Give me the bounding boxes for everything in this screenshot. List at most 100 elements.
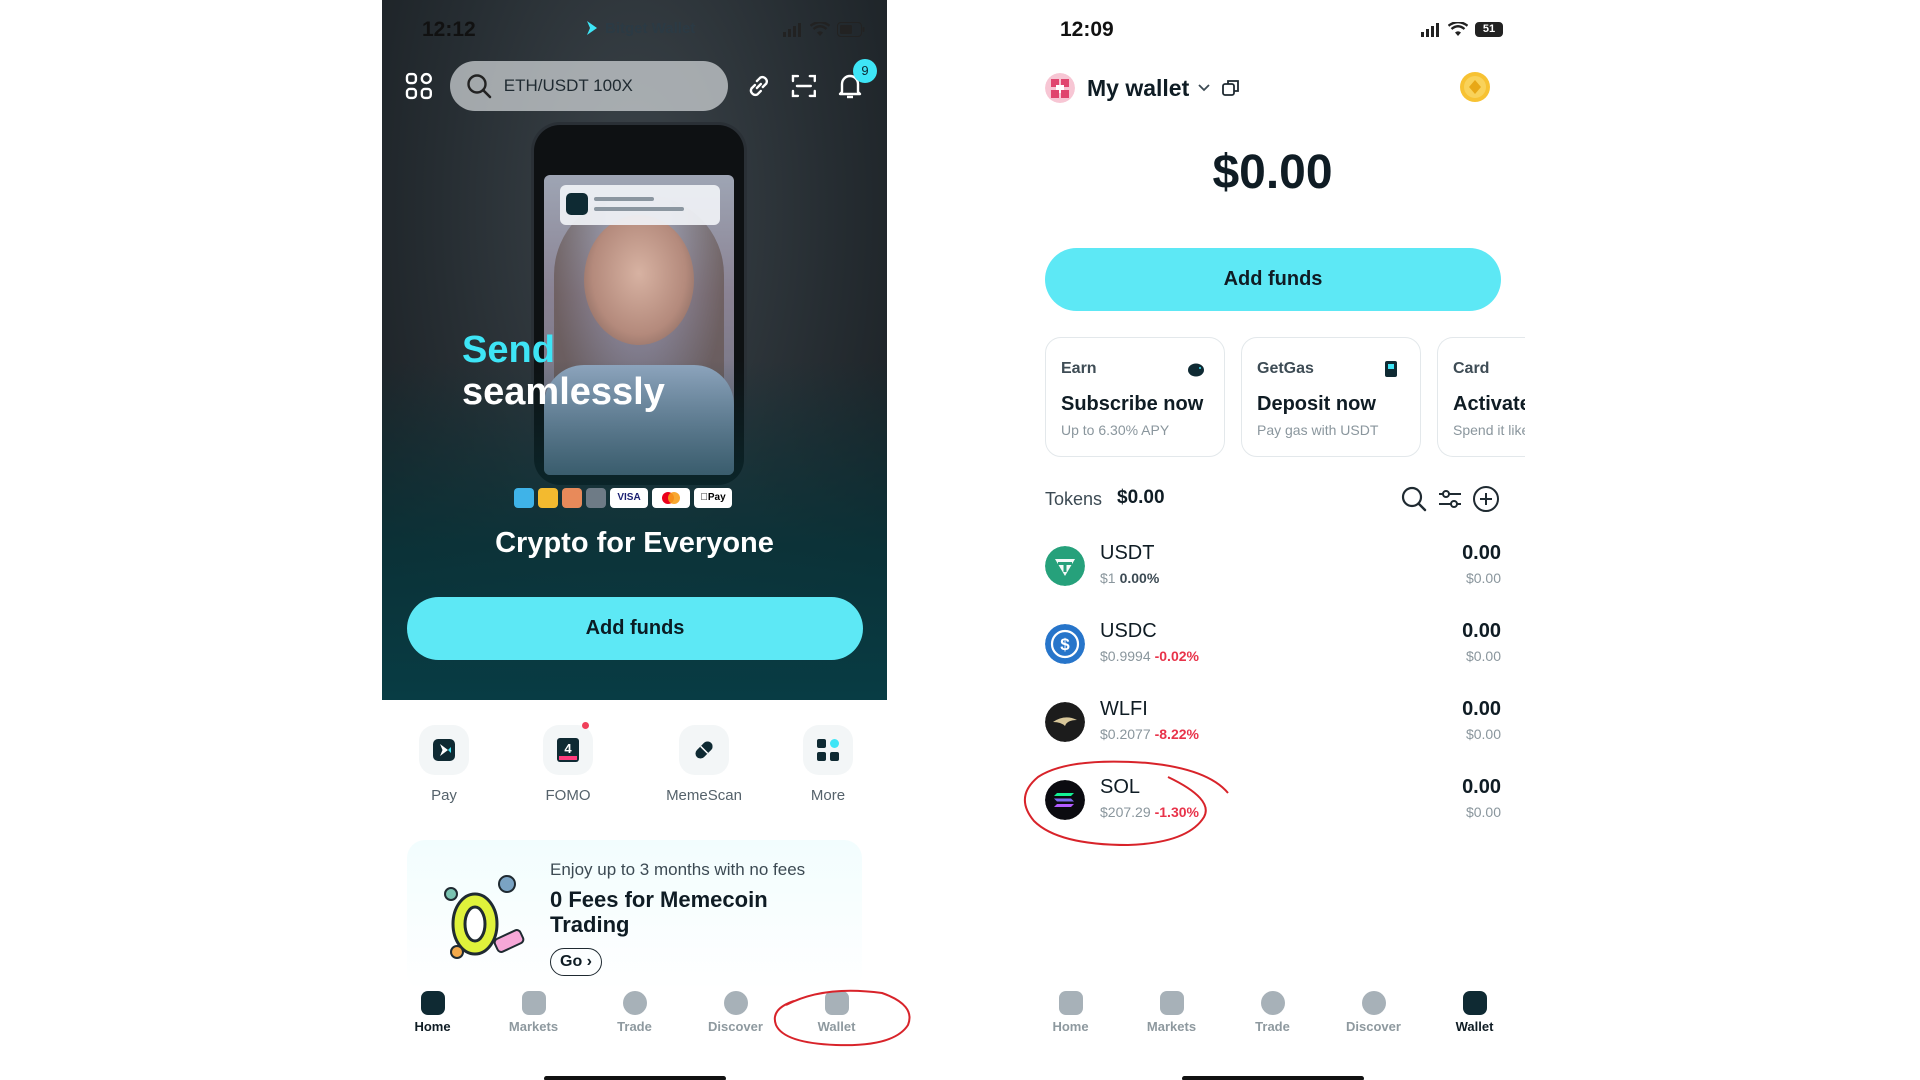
promo-banner[interactable]: Enjoy up to 3 months with no fees 0 Fees… [407,840,862,990]
status-app-name: Bitget Wallet [585,20,695,37]
svg-text:4: 4 [564,741,572,756]
visa-logo-icon: VISA [610,488,648,508]
filter-icon[interactable] [1436,485,1464,513]
svg-text:$: $ [1060,635,1070,654]
wallet-tab-annotation-circle [773,989,911,1047]
sol-row-annotation-circle [1024,760,1229,847]
tab-trade[interactable]: Trade [1222,985,1323,1045]
token-row-usdc[interactable]: $ USDC $0.9994 -0.02% 0.00 $0.00 [1045,618,1501,682]
wallet-icon [1462,991,1487,1015]
chevron-down-icon[interactable] [1197,83,1211,93]
apps-grid-icon[interactable] [404,71,434,101]
token-row-usdt[interactable]: USDT $1 0.00% 0.00 $0.00 [1045,540,1501,604]
getgas-card[interactable]: GetGas Deposit now Pay gas with USDT [1241,337,1421,457]
wifi-icon [810,22,830,36]
tab-markets[interactable]: Markets [1121,985,1222,1045]
metamask-logo-icon [562,488,582,508]
signal-icon [783,22,801,37]
usdc-logo-icon: $ [1045,624,1085,664]
home-indicator [1182,1076,1364,1080]
tab-markets[interactable]: Markets [483,985,584,1045]
wallet-name[interactable]: My wallet [1087,75,1189,102]
trade-icon [622,991,647,1015]
memescan-icon [679,725,729,775]
copy-icon[interactable] [1221,78,1241,98]
home-indicator [544,1076,726,1080]
search-icon[interactable] [1400,485,1428,513]
quick-actions: Pay 4 FOMO MemeScan More [382,722,887,815]
wifi-icon [1448,22,1468,36]
promo-go-button[interactable]: Go › [550,948,602,976]
add-funds-button[interactable]: Add funds [1045,248,1501,311]
piggy-bank-icon [1188,363,1204,377]
tokens-header: Tokens $0.00 [1045,485,1500,515]
add-token-icon[interactable] [1472,485,1500,513]
tab-wallet[interactable]: Wallet [1424,985,1525,1045]
earn-card[interactable]: Earn Subscribe now Up to 6.30% APY [1045,337,1225,457]
pay-icon [419,725,469,775]
right-phone-wallet-screen: 12:09 51 My wallet $0.00 Add funds Earn … [1020,0,1525,1080]
bottom-tab-bar: Home Markets Trade Discover Wallet [1020,985,1525,1045]
home-icon [420,991,445,1015]
search-placeholder: ETH/USDT 100X [503,76,633,95]
tab-trade[interactable]: Trade [584,985,685,1045]
hero-banner[interactable]: 12:12 Bitget Wallet ETH/USDT 100X 9 Send… [382,0,887,700]
rewards-coin-icon[interactable] [1460,72,1490,102]
trade-icon [1260,991,1285,1015]
tab-discover[interactable]: Discover [1323,985,1424,1045]
bitget-logo-icon [566,193,588,215]
signal-icon [1421,22,1439,37]
quick-action-more[interactable]: More [778,725,878,804]
fomo-new-dot [582,722,589,729]
fomo-icon: 4 [543,725,593,775]
wallet-avatar[interactable] [1045,73,1075,103]
hero-headline-accent: Send [462,329,555,371]
gas-pump-icon [1385,361,1397,377]
left-phone-home-screen: 12:12 Bitget Wallet ETH/USDT 100X 9 Send… [382,0,887,1080]
status-time: 12:09 [1060,18,1114,41]
add-funds-button[interactable]: Add funds [407,597,863,660]
tab-home[interactable]: Home [1020,985,1121,1045]
notification-count-badge: 9 [853,59,878,83]
status-indicators: 51 [1421,22,1503,37]
token-row-wlfi[interactable]: WLFI $0.2077 -8.22% 0.00 $0.00 [1045,696,1501,760]
notifications-button[interactable]: 9 [835,59,878,101]
discover-icon [723,991,748,1015]
apple-pay-logo-icon: Pay [694,488,732,508]
scan-icon[interactable] [789,71,819,101]
more-grid-icon [803,725,853,775]
home-toolbar: ETH/USDT 100X 9 [404,59,878,112]
wallet-logo-icon [586,488,606,508]
battery-icon: 51 [1475,22,1503,37]
crypto-logo-icon [514,488,534,508]
mastercard-logo-icon [652,488,690,508]
markets-icon [521,991,546,1015]
search-input[interactable]: ETH/USDT 100X [449,61,728,111]
quick-action-fomo[interactable]: 4 FOMO [518,725,618,804]
home-icon [1058,991,1083,1015]
card-card[interactable]: Card Activate Spend it like [1437,337,1525,457]
link-icon[interactable] [744,71,774,101]
status-time: 12:12 [422,18,476,41]
battery-icon [837,22,865,37]
bitget-logo-icon [587,21,597,35]
phone-notification [560,185,720,225]
promo-title: 0 Fees for Memecoin Trading [550,887,768,937]
feature-cards: Earn Subscribe now Up to 6.30% APY GetGa… [1045,337,1525,457]
promo-subtitle: Enjoy up to 3 months with no fees [550,860,806,879]
status-indicators [783,22,865,37]
markets-icon [1159,991,1184,1015]
quick-action-pay[interactable]: Pay [394,725,494,804]
payment-methods-row: VISA Pay [514,488,732,508]
wlfi-logo-icon [1045,702,1085,742]
tokens-total: $0.00 [1117,487,1165,508]
discover-icon [1361,991,1386,1015]
total-balance: $0.00 [1212,146,1333,199]
usdt-logo-icon [1045,546,1085,586]
wallet-header: My wallet [1045,70,1500,106]
binance-logo-icon [538,488,558,508]
hero-headline: seamlessly [462,371,665,413]
tab-home[interactable]: Home [382,985,483,1045]
search-icon [467,74,492,99]
quick-action-memescan[interactable]: MemeScan [654,725,754,804]
